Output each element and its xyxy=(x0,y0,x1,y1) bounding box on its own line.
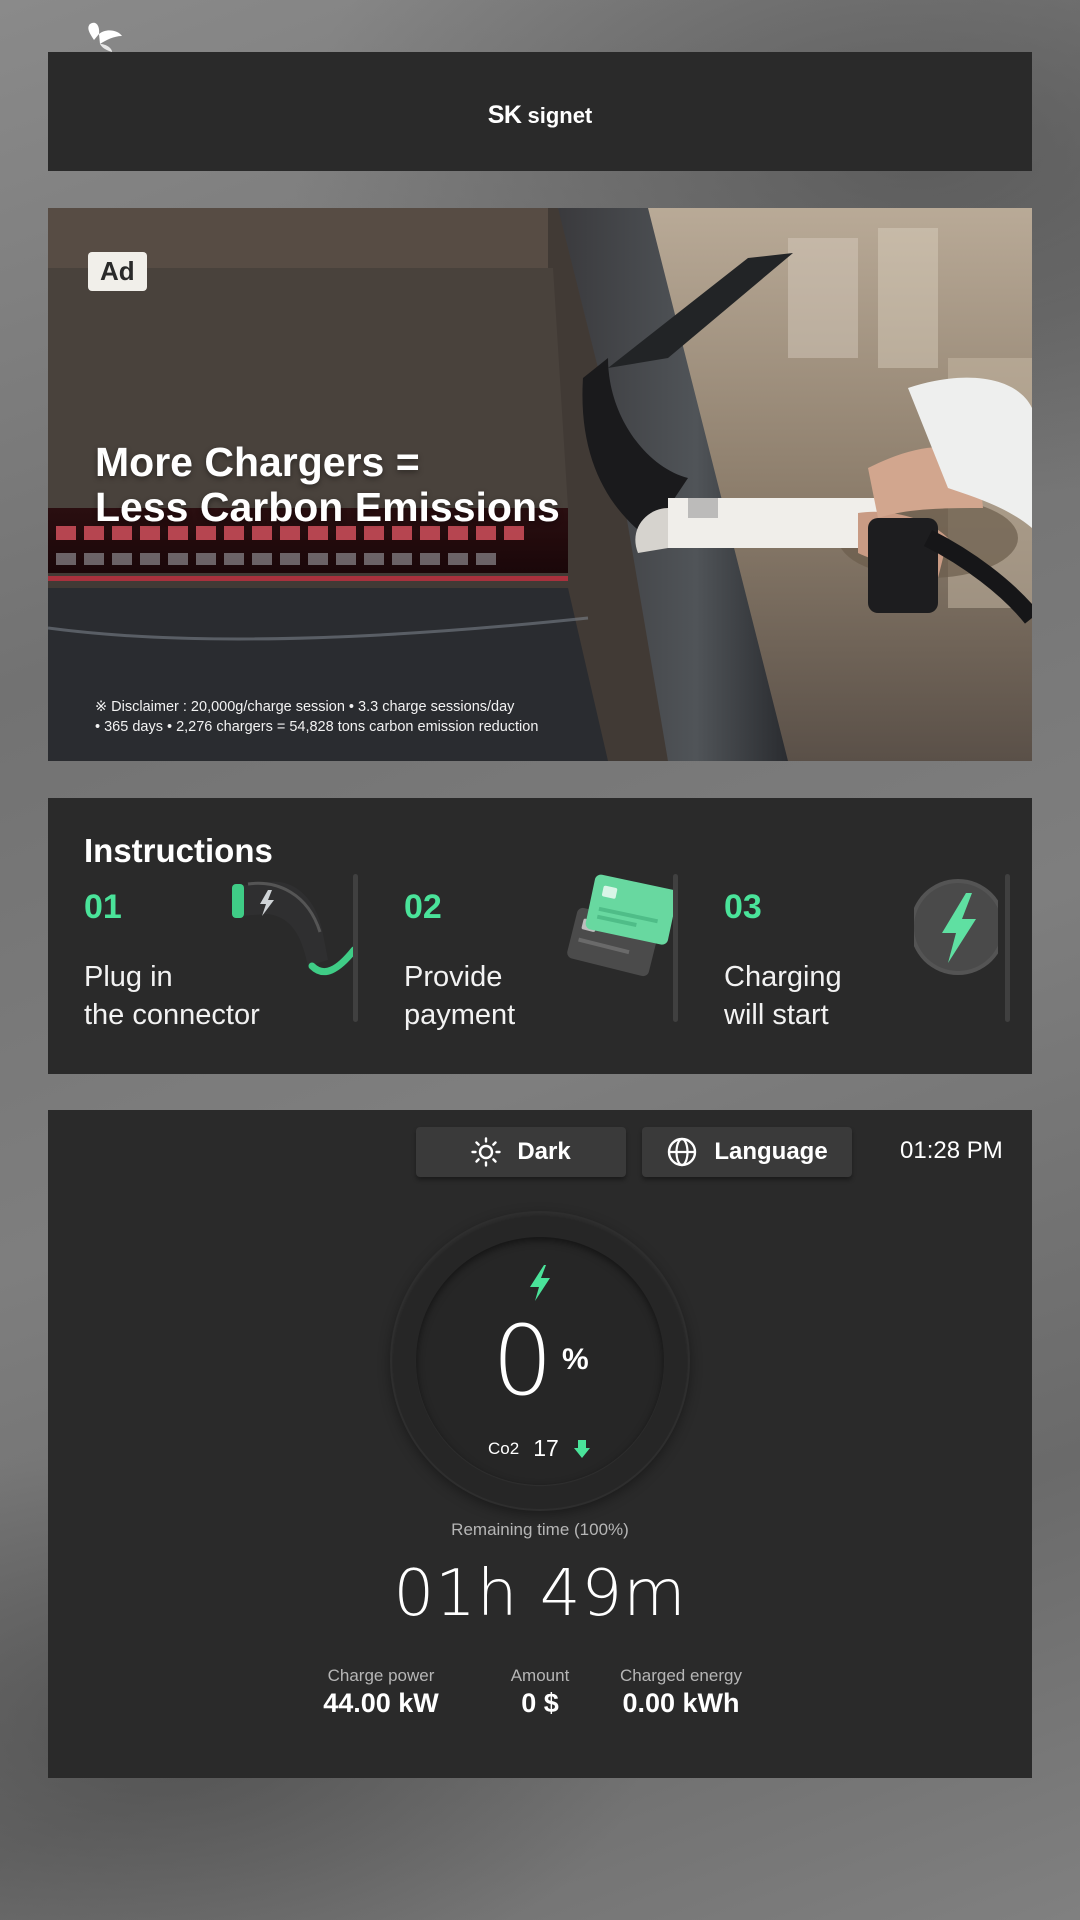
instructions-panel: Instructions 01 Plug in the connector 02… xyxy=(48,798,1032,1074)
ad-headline: More Chargers = Less Carbon Emissions xyxy=(95,440,560,530)
stat-label: Charge power xyxy=(327,1666,435,1685)
payment-cards-icon xyxy=(567,874,673,977)
step-divider xyxy=(353,874,358,1022)
charge-gauge: 0 % Co2 17 xyxy=(392,1213,688,1509)
step-number: 03 xyxy=(724,888,762,926)
stat-amount: Amount 0 $ xyxy=(490,1666,590,1719)
arrow-down-icon xyxy=(573,1439,590,1458)
ad-badge: Ad xyxy=(88,252,147,291)
step-text: Provide payment xyxy=(404,958,515,1034)
remaining-time-label: Remaining time (100%) xyxy=(451,1520,629,1539)
ad-headline-line1: More Chargers = xyxy=(95,439,420,485)
step-text-line2: will start xyxy=(724,999,829,1031)
charge-percent: 0 xyxy=(492,1305,554,1417)
connector-icon xyxy=(232,881,358,975)
theme-toggle-label: Dark xyxy=(517,1138,571,1165)
charge-percent-unit: % xyxy=(562,1343,589,1376)
stat-label: Amount xyxy=(510,1666,570,1685)
step-text-line1: Provide xyxy=(404,961,503,993)
ad-disclaimer-line2: • 365 days • 2,276 chargers = 54,828 ton… xyxy=(95,719,539,735)
co2-value: 17 xyxy=(533,1435,559,1461)
instruction-step-3: 03 Charging will start xyxy=(688,874,1010,1034)
clock-time: 01:28 PM xyxy=(900,1137,1003,1164)
sun-icon xyxy=(471,1137,502,1167)
remaining-time-value: 01h 49m xyxy=(393,1557,687,1631)
globe-icon xyxy=(668,1137,697,1167)
brand-sk: SK xyxy=(487,101,522,129)
stat-value: 0.00 kWh xyxy=(622,1688,740,1718)
butterfly-logo-icon xyxy=(88,22,122,52)
instruction-step-1: 01 Plug in the connector xyxy=(48,874,358,1034)
charging-panel: Dark Language 01:28 PM 0 % Co2 17 Remain… xyxy=(48,1110,1032,1778)
step-text-line2: the connector xyxy=(84,999,260,1031)
language-label: Language xyxy=(714,1138,828,1165)
step-text-line2: payment xyxy=(404,999,516,1031)
stat-charge-power: Charge power 44.00 kW xyxy=(321,1666,441,1719)
step-text-line1: Charging xyxy=(724,961,842,993)
header-bar: SK signet xyxy=(48,22,1032,171)
ad-disclaimer-line1: ※ Disclaimer : 20,000g/charge session • … xyxy=(95,699,515,715)
co2-readout: Co2 17 xyxy=(488,1435,591,1462)
theme-toggle-button[interactable]: Dark xyxy=(416,1127,626,1177)
stat-value: 44.00 kW xyxy=(323,1688,439,1718)
brand-signet: signet xyxy=(527,103,593,128)
language-button[interactable]: Language xyxy=(642,1127,852,1177)
ad-disclaimer: ※ Disclaimer : 20,000g/charge session • … xyxy=(95,697,538,737)
stat-value: 0 $ xyxy=(521,1688,559,1718)
step-text: Charging will start xyxy=(724,958,842,1034)
charging-bolt-icon xyxy=(530,1265,550,1301)
step-divider xyxy=(673,874,678,1022)
ad-headline-line2: Less Carbon Emissions xyxy=(95,484,560,530)
ad-banner[interactable]: Ad More Chargers = Less Carbon Emissions… xyxy=(48,208,1032,761)
co2-label: Co2 xyxy=(488,1438,520,1458)
bolt-icon xyxy=(914,879,998,975)
sk-signet-logo: SK signet xyxy=(88,22,593,130)
stat-label: Charged energy xyxy=(620,1666,742,1685)
instruction-step-2: 02 Provide payment xyxy=(368,874,678,1034)
instructions-title: Instructions xyxy=(84,832,273,869)
step-number: 01 xyxy=(84,888,122,926)
stat-charged-energy: Charged energy 0.00 kWh xyxy=(606,1666,756,1719)
step-divider xyxy=(1005,874,1010,1022)
step-number: 02 xyxy=(404,888,442,926)
